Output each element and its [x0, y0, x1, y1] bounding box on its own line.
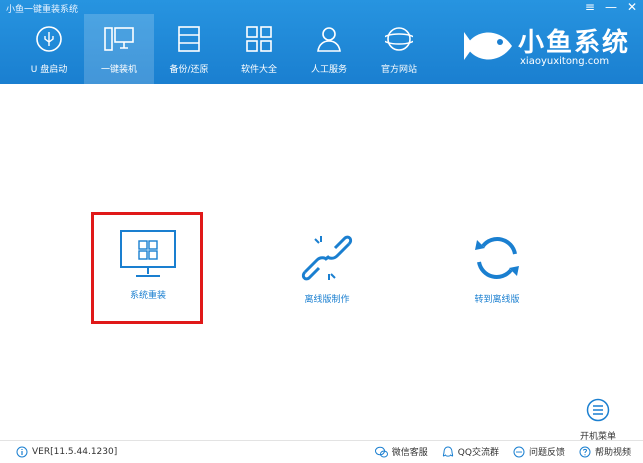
fish-logo-icon	[464, 32, 512, 60]
support-person-icon	[312, 22, 346, 56]
footer-links: 微信客服 QQ交流群 问题反馈 帮助视频	[374, 445, 631, 458]
wechat-icon	[374, 446, 388, 457]
nav-label: 备份/还原	[169, 65, 209, 75]
nav-label: 软件大全	[240, 65, 277, 75]
info-icon	[16, 446, 28, 458]
refresh-icon	[469, 232, 525, 288]
footer-link-qq[interactable]: QQ交流群	[442, 445, 499, 458]
nav-label: 人工服务	[310, 65, 347, 75]
action-label: 转到离线版	[474, 295, 520, 305]
title-bar: 小鱼一键重装系统 ≡ — ✕ U 盘启动 一键装机 备份/还原 软件大全 人工服…	[0, 0, 643, 84]
qq-icon	[442, 445, 453, 457]
usb-icon	[32, 22, 66, 56]
nav-label: 官方网站	[380, 65, 417, 75]
brand-logo: 小鱼系统 xiaoyuxitong.com	[462, 20, 637, 72]
action-switch-offline[interactable]: 转到离线版	[455, 232, 539, 305]
footer-link-wechat[interactable]: 微信客服	[374, 445, 428, 458]
chat-bubble-icon	[513, 446, 525, 457]
broken-link-icon	[295, 232, 359, 288]
footer-link-help[interactable]: 帮助视频	[579, 445, 631, 458]
nav-one-click-install[interactable]: 一键装机	[84, 14, 154, 84]
window-controls: ≡ — ✕	[585, 0, 637, 14]
menu-icon[interactable]: ≡	[585, 0, 595, 14]
footer-link-label: 问题反馈	[528, 448, 565, 458]
version-info: VER[11.5.44.1230]	[16, 446, 117, 458]
backup-icon	[172, 22, 206, 56]
action-system-reinstall[interactable]: 系统重装	[106, 228, 190, 301]
globe-icon	[382, 22, 416, 56]
action-offline-build[interactable]: 离线版制作	[285, 232, 369, 305]
action-label: 系统重装	[129, 291, 166, 301]
brand-url: xiaoyuxitong.com	[520, 56, 610, 67]
help-icon	[579, 446, 591, 457]
apps-grid-icon	[242, 22, 276, 56]
footer-link-label: 微信客服	[391, 448, 428, 458]
nav-backup-restore[interactable]: 备份/还原	[154, 14, 224, 84]
nav-label: 一键装机	[100, 65, 137, 75]
nav-website[interactable]: 官方网站	[364, 14, 434, 84]
footer-link-label: QQ交流群	[457, 448, 499, 458]
nav-usb-boot[interactable]: U 盘启动	[14, 14, 84, 84]
status-bar: VER[11.5.44.1230] 微信客服 QQ交流群 问题反馈 帮助视频	[0, 440, 643, 463]
desktop-icon	[102, 22, 136, 56]
monitor-windows-icon	[118, 228, 178, 284]
main-nav: U 盘启动 一键装机 备份/还原 软件大全 人工服务 官方网站	[14, 14, 434, 84]
nav-label: U 盘启动	[30, 65, 68, 75]
action-label: 离线版制作	[304, 295, 350, 305]
footer-link-label: 帮助视频	[594, 448, 631, 458]
nav-support[interactable]: 人工服务	[294, 14, 364, 84]
footer-link-feedback[interactable]: 问题反馈	[513, 445, 565, 458]
version-text: VER[11.5.44.1230]	[32, 447, 118, 457]
boot-menu-button[interactable]: 开机菜单	[580, 398, 616, 442]
minimize-button[interactable]: —	[605, 0, 617, 14]
brand-name: 小鱼系统	[518, 28, 631, 58]
close-button[interactable]: ✕	[627, 0, 637, 14]
nav-software[interactable]: 软件大全	[224, 14, 294, 84]
list-menu-icon	[586, 398, 610, 426]
